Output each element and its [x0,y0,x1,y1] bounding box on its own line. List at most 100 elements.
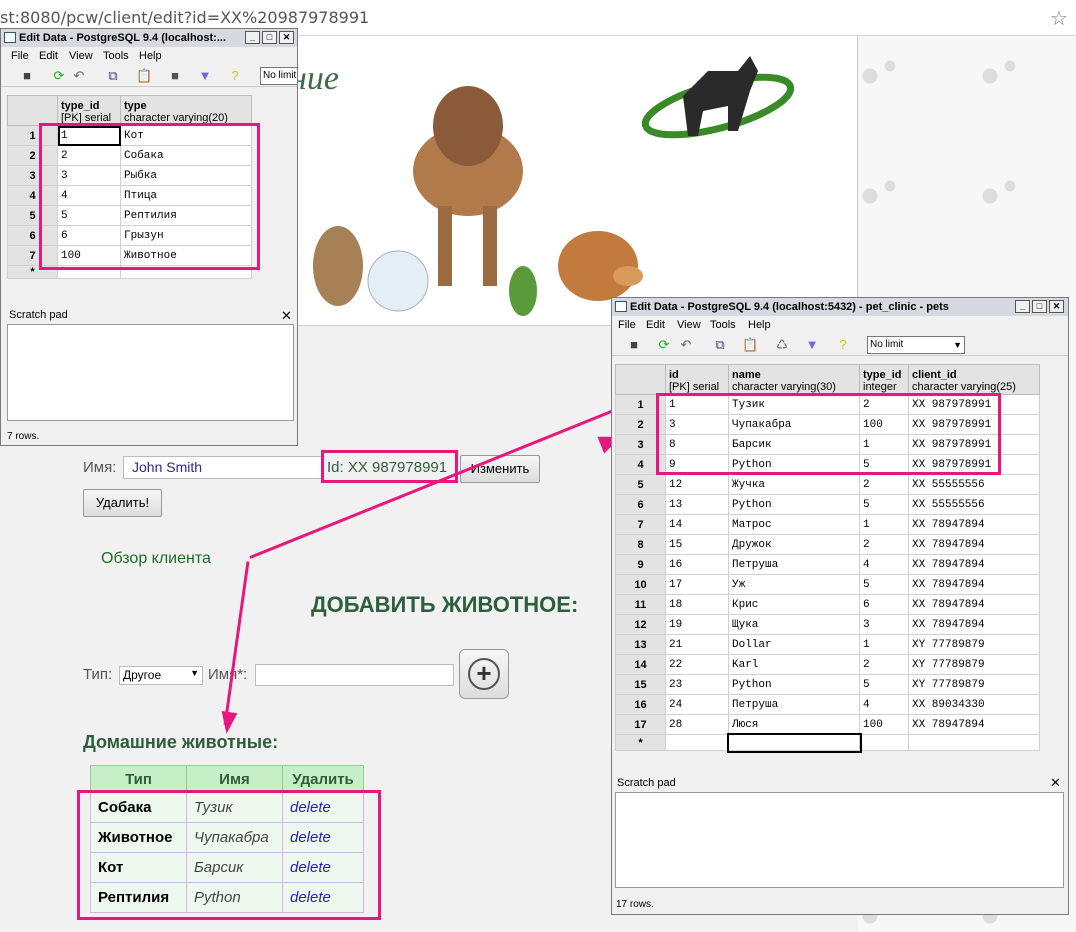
help-icon[interactable]: ? [227,68,243,84]
window-titlebar[interactable]: Edit Data - PostgreSQL 9.4 (localhost:..… [1,29,297,47]
menu-file[interactable]: File [11,50,29,62]
cell[interactable]: Python [728,674,860,695]
cell[interactable]: XX 78947894 [908,554,1040,575]
table-row[interactable]: 6 13 Python 5 XX 55555556 [615,494,1040,515]
cell[interactable]: XX 78947894 [908,574,1040,595]
star-icon[interactable]: ☆ [1050,6,1068,31]
table-row[interactable]: 15 23 Python 5 XY 77789879 [615,674,1040,695]
menu-tools[interactable]: Tools [103,50,129,62]
cell[interactable]: XY 77789879 [908,654,1040,675]
delete-row-icon[interactable]: ♺ [774,337,790,353]
row-header[interactable]: 11 [615,594,666,615]
row-header[interactable]: 7 [615,514,666,535]
col-header[interactable]: type character varying(20) [120,95,252,126]
table-row[interactable]: * [615,732,1040,753]
minimize-icon[interactable]: _ [245,31,260,44]
client-overview-link[interactable]: Обзор клиента [101,550,211,568]
cell[interactable]: 5 [859,674,909,695]
copy-icon[interactable]: ⧉ [712,337,728,353]
cell[interactable]: Karl [728,654,860,675]
col-header[interactable]: type_id integer [859,364,909,395]
cell[interactable]: Дружок [728,534,860,555]
stop-icon[interactable]: ■ [19,68,35,84]
undo-icon[interactable]: ↶ [71,68,87,84]
filter-icon[interactable]: ▼ [804,337,820,353]
filter-icon[interactable]: ▼ [197,68,213,84]
col-header[interactable]: name character varying(30) [728,364,860,395]
undo-icon[interactable]: ↶ [678,337,694,353]
cell[interactable]: 2 [859,534,909,555]
table-row[interactable]: 12 19 Щука 3 XX 78947894 [615,614,1040,635]
col-header[interactable]: id [PK] serial [665,364,729,395]
row-header[interactable]: 16 [615,694,666,715]
close-icon[interactable]: ✕ [1049,300,1064,313]
cell[interactable]: Уж [728,574,860,595]
menu-view[interactable]: View [677,319,701,331]
cell[interactable]: Жучка [728,474,860,495]
cell[interactable]: Щука [728,614,860,635]
cell[interactable]: 15 [665,534,729,555]
copy-icon[interactable]: ⧉ [105,68,121,84]
cell[interactable]: XX 78947894 [908,614,1040,635]
cell[interactable]: 17 [665,574,729,595]
cell[interactable]: 19 [665,614,729,635]
row-header[interactable]: 5 [615,474,666,495]
paste-icon[interactable]: 📋 [136,68,152,84]
menu-help[interactable]: Help [139,50,162,62]
cell[interactable]: XX 89034330 [908,694,1040,715]
delete-row-icon[interactable]: ■ [167,68,183,84]
row-header[interactable]: 13 [615,634,666,655]
close-icon[interactable]: ✕ [281,308,292,324]
cell[interactable]: Люся [728,714,860,735]
limit-select[interactable]: No limit [260,67,298,85]
menu-tools[interactable]: Tools [710,319,736,331]
pet-name-input[interactable] [255,664,454,686]
menu-file[interactable]: File [618,319,636,331]
cell[interactable]: Dollar [728,634,860,655]
row-header[interactable]: 9 [615,554,666,575]
cell[interactable]: 18 [665,594,729,615]
cell[interactable] [908,734,1040,751]
cell[interactable]: XX 78947894 [908,534,1040,555]
cell[interactable]: 21 [665,634,729,655]
row-header[interactable]: 17 [615,714,666,735]
help-icon[interactable]: ? [835,337,851,353]
paste-icon[interactable]: 📋 [742,337,758,353]
table-row[interactable]: 7 14 Матрос 1 XX 78947894 [615,514,1040,535]
cell[interactable]: XX 55555556 [908,474,1040,495]
cell[interactable]: 24 [665,694,729,715]
maximize-icon[interactable]: □ [1032,300,1047,313]
cell[interactable]: 1 [859,634,909,655]
cell[interactable] [859,734,909,751]
row-header[interactable]: 10 [615,574,666,595]
row-header[interactable]: 14 [615,654,666,675]
stop-icon[interactable]: ■ [626,337,642,353]
cell[interactable]: 13 [665,494,729,515]
cell[interactable]: 12 [665,474,729,495]
row-header[interactable]: * [615,734,666,751]
cell[interactable]: XX 78947894 [908,514,1040,535]
cell[interactable]: Python [728,494,860,515]
add-pet-button[interactable]: + [459,649,509,699]
limit-select[interactable]: No limit ▼ [867,336,965,354]
url-text[interactable]: st:8080/pcw/client/edit?id=XX%2098797899… [0,8,369,27]
cell[interactable]: XY 77789879 [908,674,1040,695]
cell[interactable]: 5 [859,574,909,595]
cell[interactable]: 2 [859,654,909,675]
col-header[interactable]: client_id character varying(25) [908,364,1040,395]
maximize-icon[interactable]: □ [262,31,277,44]
cell[interactable]: Петруша [728,554,860,575]
row-header[interactable]: 12 [615,614,666,635]
cell[interactable] [665,734,729,751]
cell[interactable]: 28 [665,714,729,735]
menu-edit[interactable]: Edit [39,50,58,62]
refresh-icon[interactable]: ⟳ [51,68,67,84]
table-row[interactable]: 17 28 Люся 100 XX 78947894 [615,714,1040,735]
cell[interactable]: XX 78947894 [908,714,1040,735]
table-row[interactable]: 14 22 Karl 2 XY 77789879 [615,654,1040,675]
cell[interactable]: 23 [665,674,729,695]
table-row[interactable]: 10 17 Уж 5 XX 78947894 [615,574,1040,595]
delete-client-button[interactable]: Удалить! [83,489,162,517]
type-select[interactable]: Другое ▼ [119,666,203,685]
menu-help[interactable]: Help [748,319,771,331]
